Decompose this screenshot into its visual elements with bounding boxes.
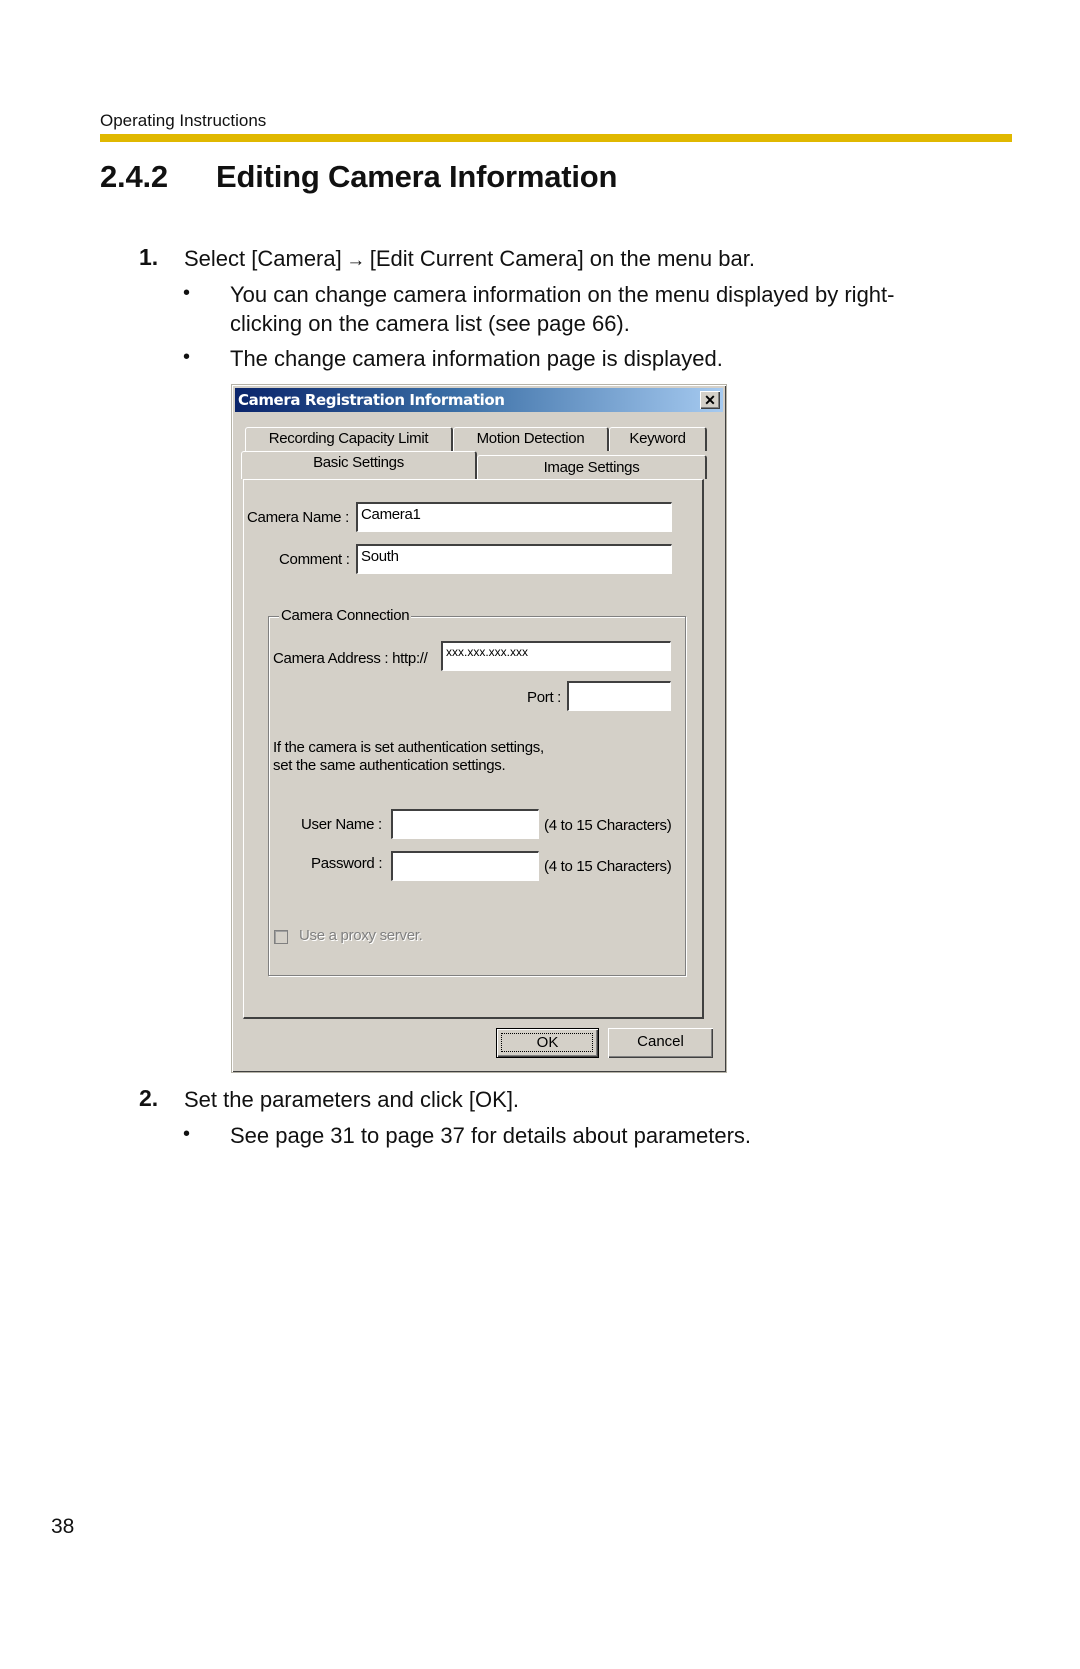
proxy-checkbox[interactable] (274, 930, 288, 944)
proxy-label: Use a proxy server. (299, 927, 423, 944)
close-icon[interactable]: ✕ (700, 391, 720, 409)
running-head: Operating Instructions (100, 111, 267, 130)
bullet-icon: • (183, 1123, 191, 1145)
step-1-bullet-1-line-2: clicking on the camera list (see page 66… (230, 311, 630, 336)
camera-name-input[interactable]: Camera1 (356, 502, 672, 532)
dialog-title: Camera Registration Information (238, 391, 505, 409)
dialog-titlebar: Camera Registration Information ✕ (235, 388, 723, 412)
user-name-hint: (4 to 15 Characters) (544, 817, 672, 834)
section-title-text: Editing Camera Information (216, 159, 618, 194)
camera-connection-group: Camera Connection Camera Address : http:… (268, 607, 686, 976)
tab-keyword[interactable]: Keyword (609, 427, 707, 451)
page-number: 38 (51, 1515, 75, 1538)
password-label: Password : (311, 855, 383, 872)
section-number: 2.4.2 (100, 159, 168, 194)
step-number: 1. (139, 244, 159, 270)
comment-input[interactable]: South (356, 544, 672, 574)
bullet-icon: • (183, 282, 191, 304)
section-title: 2.4.2 Editing Camera Information (100, 159, 617, 195)
camera-address-input[interactable]: xxx.xxx.xxx.xxx (441, 641, 671, 671)
focus-rect (501, 1033, 593, 1052)
comment-label: Comment : (279, 551, 350, 568)
bullet-icon: • (183, 346, 191, 368)
tab-recording-capacity-limit[interactable]: Recording Capacity Limit (245, 427, 453, 451)
camera-registration-dialog: Camera Registration Information ✕ Record… (231, 384, 727, 1073)
ok-button[interactable]: OK (496, 1028, 599, 1058)
step-2-bullet-1: See page 31 to page 37 for details about… (230, 1123, 752, 1148)
camera-connection-legend: Camera Connection (279, 607, 412, 624)
step-1-bullet-1-line-1: You can change camera information on the… (230, 282, 895, 307)
step-1-text: Select [Camera] → [Edit Current Camera] on… (184, 244, 755, 275)
tab-basic-settings[interactable]: Basic Settings (241, 451, 477, 479)
camera-name-label: Camera Name : (247, 509, 349, 526)
auth-note-line-2: set the same authentication settings. (273, 757, 506, 774)
camera-address-label: Camera Address : http:// (273, 650, 428, 667)
user-name-input[interactable] (391, 809, 539, 839)
password-input[interactable] (391, 851, 539, 881)
port-label: Port : (527, 689, 562, 706)
step-number: 2. (139, 1085, 159, 1111)
arrow-right-icon: → (346, 250, 366, 271)
basic-settings-panel: Camera Name : Camera1 Comment : South Ca… (243, 479, 704, 1019)
header-rule (100, 134, 1012, 142)
tab-motion-detection[interactable]: Motion Detection (453, 427, 609, 451)
step-1-bullet-2: The change camera information page is di… (230, 346, 723, 371)
user-name-label: User Name : (301, 816, 382, 833)
password-hint: (4 to 15 Characters) (544, 858, 672, 875)
step-1-text-after: [Edit Current Camera] on the menu bar. (369, 246, 755, 271)
cancel-button[interactable]: Cancel (608, 1028, 713, 1058)
step-2-text: Set the parameters and click [OK]. (184, 1087, 520, 1112)
auth-note-line-1: If the camera is set authentication sett… (273, 739, 544, 756)
tab-image-settings[interactable]: Image Settings (477, 455, 707, 479)
step-1-text-before: Select [Camera] (184, 246, 342, 271)
port-input[interactable] (567, 681, 671, 711)
